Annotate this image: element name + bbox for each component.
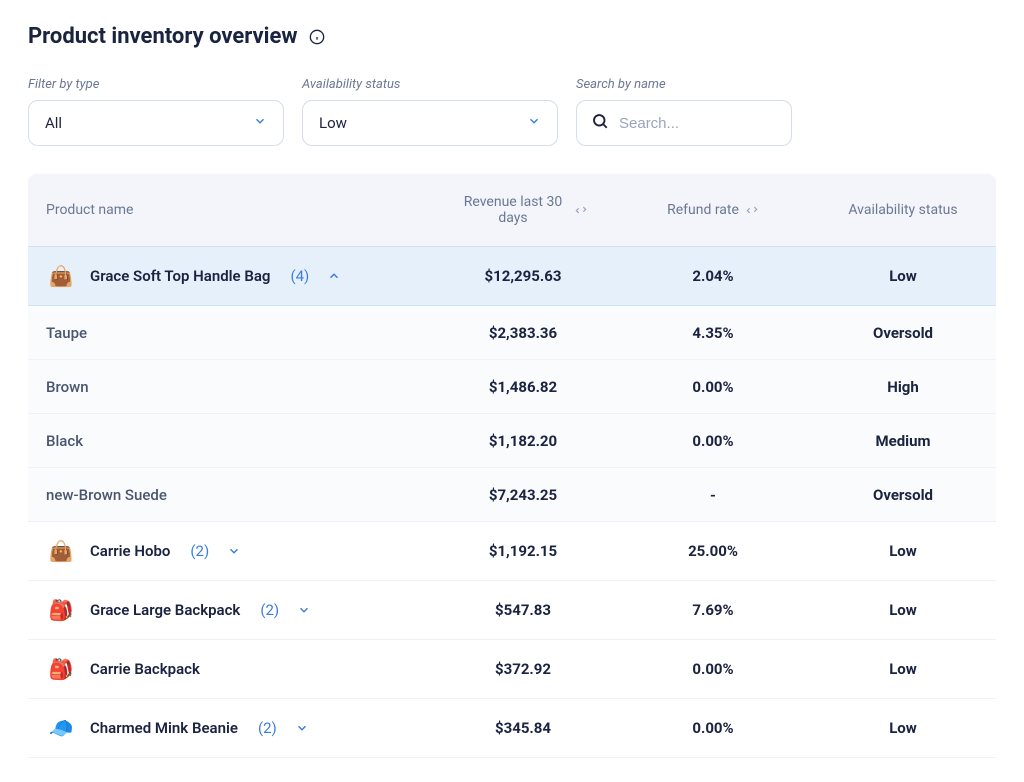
product-name: Charmed Mink Beanie bbox=[90, 719, 238, 737]
product-thumbnail: 👜 bbox=[46, 261, 76, 291]
name-cell: Black bbox=[28, 418, 428, 464]
search-icon bbox=[591, 112, 609, 134]
chevron-up-icon[interactable] bbox=[327, 269, 341, 283]
column-product-name: Product name bbox=[28, 202, 428, 218]
refund-cell: 7.69% bbox=[618, 587, 808, 633]
table-row[interactable]: 👜 Carrie Hobo (2) $1,192.1525.00%Low bbox=[28, 522, 996, 581]
revenue-cell: $7,243.25 bbox=[428, 472, 618, 518]
filter-availability-value: Low bbox=[319, 114, 347, 132]
filter-type-value: All bbox=[45, 114, 62, 132]
sort-icon bbox=[574, 203, 588, 217]
table-row: Black $1,182.200.00%Medium bbox=[28, 414, 996, 468]
name-cell: 👜 Carrie Hobo (2) bbox=[28, 522, 428, 580]
revenue-cell: $1,486.82 bbox=[428, 364, 618, 410]
chevron-down-icon[interactable] bbox=[295, 721, 309, 735]
availability-cell: Low bbox=[808, 528, 998, 574]
product-name: Taupe bbox=[46, 324, 87, 342]
search-box[interactable] bbox=[576, 100, 792, 146]
name-cell: Brown bbox=[28, 364, 428, 410]
revenue-cell: $2,383.36 bbox=[428, 310, 618, 356]
column-availability: Availability status bbox=[808, 202, 998, 218]
table-row[interactable]: 🧢 Charmed Mink Beanie (2) $345.840.00%Low bbox=[28, 699, 996, 758]
product-name: Brown bbox=[46, 378, 89, 396]
name-cell: 👜 Grace Soft Top Handle Bag (4) bbox=[28, 247, 428, 305]
product-thumbnail: 🧢 bbox=[46, 713, 76, 743]
filter-type-label: Filter by type bbox=[28, 77, 284, 92]
refund-cell: 25.00% bbox=[618, 528, 808, 574]
filter-availability-label: Availability status bbox=[302, 77, 558, 92]
filter-search-label: Search by name bbox=[576, 77, 792, 92]
name-cell: Taupe bbox=[28, 310, 428, 356]
availability-cell: Low bbox=[808, 705, 998, 751]
product-name: Grace Large Backpack bbox=[90, 601, 240, 619]
availability-cell: Oversold bbox=[808, 472, 998, 518]
revenue-cell: $1,192.15 bbox=[428, 528, 618, 574]
chevron-down-icon bbox=[253, 114, 267, 132]
chevron-down-icon[interactable] bbox=[227, 544, 241, 558]
search-input[interactable] bbox=[619, 115, 818, 132]
product-name: Grace Soft Top Handle Bag bbox=[90, 267, 270, 285]
variant-count: (4) bbox=[290, 267, 309, 285]
refund-cell: 4.35% bbox=[618, 310, 808, 356]
refund-cell: 0.00% bbox=[618, 418, 808, 464]
page-title: Product inventory overview bbox=[28, 24, 298, 49]
refund-cell: 0.00% bbox=[618, 705, 808, 751]
availability-cell: Low bbox=[808, 587, 998, 633]
inventory-table: Product name Revenue last 30 days Refund… bbox=[28, 174, 996, 758]
refund-cell: 0.00% bbox=[618, 364, 808, 410]
table-row: new-Brown Suede $7,243.25-Oversold bbox=[28, 468, 996, 522]
name-cell: 🎒 Grace Large Backpack (2) bbox=[28, 581, 428, 639]
chevron-down-icon bbox=[527, 114, 541, 132]
product-thumbnail: 🎒 bbox=[46, 595, 76, 625]
table-row[interactable]: 🎒 Carrie Backpack $372.920.00%Low bbox=[28, 640, 996, 699]
revenue-cell: $12,295.63 bbox=[428, 253, 618, 299]
column-revenue-label: Revenue last 30 days bbox=[458, 194, 568, 226]
sort-icon bbox=[745, 203, 759, 217]
availability-cell: Low bbox=[808, 646, 998, 692]
product-name: new-Brown Suede bbox=[46, 486, 167, 504]
availability-cell: Medium bbox=[808, 418, 998, 464]
availability-cell: High bbox=[808, 364, 998, 410]
table-header: Product name Revenue last 30 days Refund… bbox=[28, 174, 996, 246]
filter-type-select[interactable]: All bbox=[28, 100, 284, 146]
column-refund-label: Refund rate bbox=[667, 202, 739, 218]
variant-count: (2) bbox=[258, 719, 277, 737]
product-thumbnail: 🎒 bbox=[46, 654, 76, 684]
name-cell: 🧢 Charmed Mink Beanie (2) bbox=[28, 699, 428, 757]
refund-cell: 2.04% bbox=[618, 253, 808, 299]
refund-cell: - bbox=[618, 472, 808, 518]
revenue-cell: $345.84 bbox=[428, 705, 618, 751]
product-name: Carrie Hobo bbox=[90, 542, 170, 560]
table-row: Taupe $2,383.364.35%Oversold bbox=[28, 306, 996, 360]
table-row[interactable]: 🎒 Grace Large Backpack (2) $547.837.69%Low bbox=[28, 581, 996, 640]
table-row[interactable]: 👜 Grace Soft Top Handle Bag (4) $12,295.632… bbox=[28, 246, 996, 306]
availability-cell: Oversold bbox=[808, 310, 998, 356]
revenue-cell: $372.92 bbox=[428, 646, 618, 692]
variant-count: (2) bbox=[260, 601, 279, 619]
filter-availability-select[interactable]: Low bbox=[302, 100, 558, 146]
column-revenue[interactable]: Revenue last 30 days bbox=[428, 194, 618, 226]
variant-count: (2) bbox=[190, 542, 209, 560]
name-cell: 🎒 Carrie Backpack bbox=[28, 640, 428, 698]
name-cell: new-Brown Suede bbox=[28, 472, 428, 518]
product-name: Black bbox=[46, 432, 83, 450]
availability-cell: Low bbox=[808, 253, 998, 299]
table-row: Brown $1,486.820.00%High bbox=[28, 360, 996, 414]
product-thumbnail: 👜 bbox=[46, 536, 76, 566]
revenue-cell: $547.83 bbox=[428, 587, 618, 633]
info-icon[interactable] bbox=[308, 28, 326, 46]
refund-cell: 0.00% bbox=[618, 646, 808, 692]
revenue-cell: $1,182.20 bbox=[428, 418, 618, 464]
product-name: Carrie Backpack bbox=[90, 660, 200, 678]
column-refund[interactable]: Refund rate bbox=[618, 202, 808, 218]
chevron-down-icon[interactable] bbox=[297, 603, 311, 617]
